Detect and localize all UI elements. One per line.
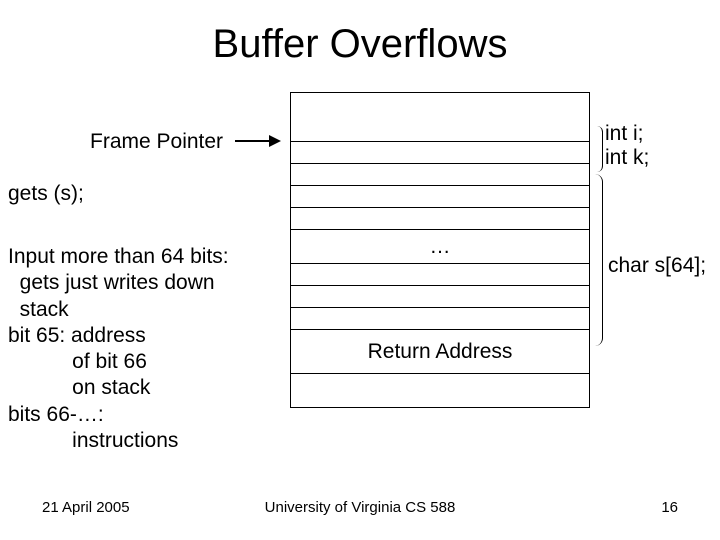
frame-pointer-label: Frame Pointer [90,130,223,154]
stack-cell [291,163,589,185]
slide-title: Buffer Overflows [0,22,720,67]
stack-cell [291,93,589,141]
stack-cell [291,285,589,307]
label-int-vars: int i; int k; [605,122,649,170]
arrow-icon [235,140,279,142]
stack-cell [291,307,589,329]
notes-text: Input more than 64 bits: gets just write… [8,244,229,454]
stack-cell [291,373,589,407]
stack-cell [291,185,589,207]
brace-icon [594,126,604,172]
brace-icon [594,174,604,346]
stack-diagram: … Return Address [290,92,590,408]
gets-code: gets (s); [8,182,84,206]
footer-center: University of Virginia CS 588 [0,499,720,516]
label-char-s: char s[64]; [608,254,706,278]
stack-cell [291,141,589,163]
stack-cell-return-address: Return Address [291,329,589,373]
stack-cell [291,263,589,285]
footer-page-number: 16 [661,499,678,516]
stack-cell [291,207,589,229]
stack-cell-dots: … [291,229,589,263]
